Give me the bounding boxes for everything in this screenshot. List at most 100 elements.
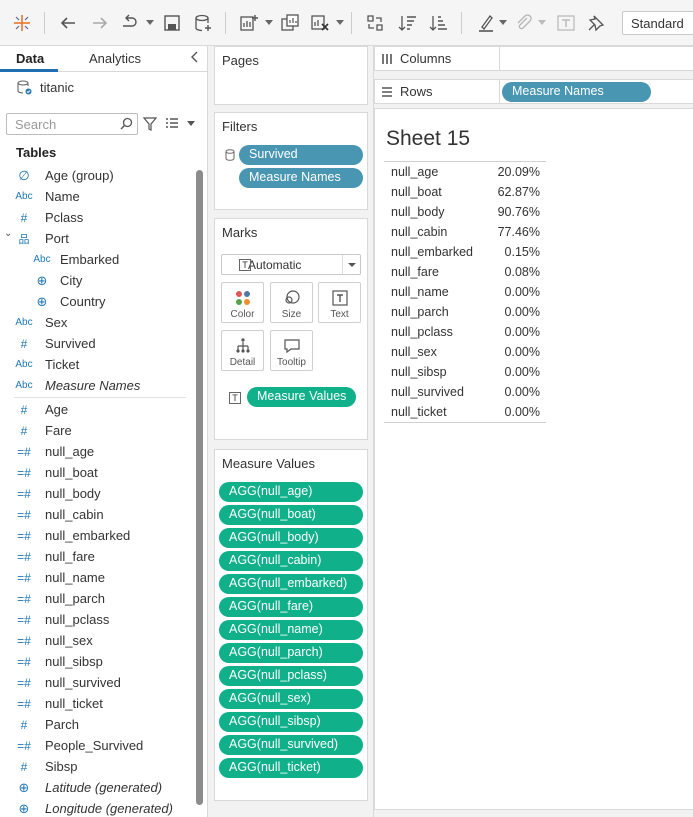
chevron-down-icon[interactable]: ⌄ <box>4 228 12 239</box>
detail-button[interactable]: Detail <box>221 330 264 371</box>
filter-pill-survived[interactable]: Survived <box>239 145 363 165</box>
mark-type-select[interactable]: T Automatic <box>221 254 361 275</box>
measure-value-pill[interactable]: AGG(null_sibsp) <box>219 712 363 732</box>
measure-value-pill[interactable]: AGG(null_ticket) <box>219 758 363 778</box>
rows-shelf[interactable]: Rows Measure Names <box>374 79 693 104</box>
search-icon[interactable] <box>120 117 133 130</box>
field-item[interactable]: =# null_survived <box>0 672 192 693</box>
swap-rows-columns-icon[interactable] <box>364 12 386 34</box>
measure-value-pill[interactable]: AGG(null_boat) <box>219 505 363 525</box>
highlight-icon[interactable] <box>475 12 497 34</box>
table-row[interactable]: null_survived 0.00% <box>384 382 546 402</box>
measure-value-pill[interactable]: AGG(null_name) <box>219 620 363 640</box>
table-row[interactable]: null_boat 62.87% <box>384 182 546 202</box>
table-row[interactable]: null_pclass 0.00% <box>384 322 546 342</box>
measure-value-pill[interactable]: AGG(null_survived) <box>219 735 363 755</box>
table-row[interactable]: null_sibsp 0.00% <box>384 362 546 382</box>
show-mark-labels-icon[interactable] <box>555 12 577 34</box>
table-row[interactable]: null_age 20.09% <box>384 162 546 182</box>
chevron-down-icon[interactable] <box>187 121 195 127</box>
sheet-title[interactable]: Sheet 15 <box>386 127 470 151</box>
measure-value-pill[interactable]: AGG(null_pclass) <box>219 666 363 686</box>
list-view-icon[interactable] <box>165 117 179 131</box>
worksheet-view[interactable]: Sheet 15 null_age 20.09% null_boat 62.87% nu… <box>374 108 693 810</box>
measure-value-pill[interactable]: AGG(null_age) <box>219 482 363 502</box>
field-item[interactable]: =# null_name <box>0 567 192 588</box>
field-item[interactable]: Abc Embarked <box>0 249 192 270</box>
field-item[interactable]: =# null_embarked <box>0 525 192 546</box>
field-item[interactable]: ⊕ City <box>0 270 192 291</box>
chevron-down-icon[interactable] <box>265 20 273 26</box>
field-item[interactable]: # Sibsp <box>0 756 192 777</box>
field-item[interactable]: # Pclass <box>0 207 192 228</box>
measure-value-pill[interactable]: AGG(null_body) <box>219 528 363 548</box>
field-item[interactable]: =# null_ticket <box>0 693 192 714</box>
group-members-icon[interactable] <box>513 12 535 34</box>
measure-value-pill[interactable]: AGG(null_cabin) <box>219 551 363 571</box>
new-worksheet-icon[interactable] <box>238 12 260 34</box>
field-item[interactable]: Abc Measure Names <box>0 375 192 396</box>
tab-data[interactable]: Data <box>16 51 44 66</box>
measure-values-card[interactable]: Measure Values AGG(null_age) AGG(null_boa… <box>214 449 368 801</box>
scrollbar-thumb[interactable] <box>196 170 203 805</box>
field-item[interactable]: =# null_sibsp <box>0 651 192 672</box>
tooltip-button[interactable]: Tooltip <box>270 330 313 371</box>
field-item[interactable]: =# null_cabin <box>0 504 192 525</box>
undo-icon[interactable] <box>57 12 79 34</box>
field-item[interactable]: ⌄ 品 Port <box>0 228 192 249</box>
clear-sheet-icon[interactable] <box>309 12 331 34</box>
marks-pill-measure-values[interactable]: Measure Values <box>247 387 356 407</box>
filter-icon[interactable] <box>143 117 157 131</box>
field-item[interactable]: Abc Name <box>0 186 192 207</box>
filter-pill-measure-names[interactable]: Measure Names <box>239 168 363 188</box>
field-item[interactable]: Abc Ticket <box>0 354 192 375</box>
collapse-pane-icon[interactable] <box>190 50 199 66</box>
color-button[interactable]: Color <box>221 282 264 323</box>
table-row[interactable]: null_body 90.76% <box>384 202 546 222</box>
tableau-logo-icon[interactable] <box>11 12 33 34</box>
field-item[interactable]: # Parch <box>0 714 192 735</box>
pages-shelf[interactable]: Pages <box>214 46 368 105</box>
field-item[interactable]: ⊕ Longitude (generated) <box>0 798 192 817</box>
field-item[interactable]: =# People_Survived <box>0 735 192 756</box>
rows-pill-measure-names[interactable]: Measure Names <box>502 82 651 102</box>
field-item[interactable]: =# null_parch <box>0 588 192 609</box>
redo-icon[interactable] <box>89 12 111 34</box>
new-datasource-icon[interactable] <box>192 12 214 34</box>
text-button[interactable]: Text <box>318 282 361 323</box>
chevron-down-icon[interactable] <box>499 20 507 26</box>
swap-icon[interactable] <box>119 12 141 34</box>
columns-shelf[interactable]: Columns <box>374 46 693 71</box>
chevron-down-icon[interactable] <box>336 20 344 26</box>
field-item[interactable]: =# null_fare <box>0 546 192 567</box>
field-item[interactable]: =# null_age <box>0 441 192 462</box>
search-input[interactable]: Search <box>6 113 138 135</box>
field-item[interactable]: =# null_pclass <box>0 609 192 630</box>
pin-icon[interactable] <box>585 12 607 34</box>
table-row[interactable]: null_parch 0.00% <box>384 302 546 322</box>
chevron-down-icon[interactable] <box>538 20 546 26</box>
table-row[interactable]: null_ticket 0.00% <box>384 402 546 422</box>
field-item[interactable]: ⊕ Country <box>0 291 192 312</box>
field-item[interactable]: ∅ Age (group) <box>0 165 192 186</box>
measure-value-pill[interactable]: AGG(null_parch) <box>219 643 363 663</box>
table-row[interactable]: null_name 0.00% <box>384 282 546 302</box>
datasource-item[interactable]: titanic <box>16 78 74 96</box>
field-item[interactable]: Abc Sex <box>0 312 192 333</box>
table-row[interactable]: null_sex 0.00% <box>384 342 546 362</box>
table-row[interactable]: null_embarked 0.15% <box>384 242 546 262</box>
field-item[interactable]: =# null_boat <box>0 462 192 483</box>
duplicate-sheet-icon[interactable] <box>279 12 301 34</box>
chevron-down-icon[interactable] <box>342 255 360 274</box>
measure-value-pill[interactable]: AGG(null_sex) <box>219 689 363 709</box>
table-row[interactable]: null_cabin 77.46% <box>384 222 546 242</box>
tab-analytics[interactable]: Analytics <box>89 51 141 66</box>
save-icon[interactable] <box>161 12 183 34</box>
sort-descending-icon[interactable] <box>428 12 450 34</box>
field-item[interactable]: # Age <box>0 399 192 420</box>
field-item[interactable]: =# null_sex <box>0 630 192 651</box>
measure-value-pill[interactable]: AGG(null_fare) <box>219 597 363 617</box>
measure-value-pill[interactable]: AGG(null_embarked) <box>219 574 363 594</box>
field-item[interactable]: # Fare <box>0 420 192 441</box>
field-item[interactable]: ⊕ Latitude (generated) <box>0 777 192 798</box>
